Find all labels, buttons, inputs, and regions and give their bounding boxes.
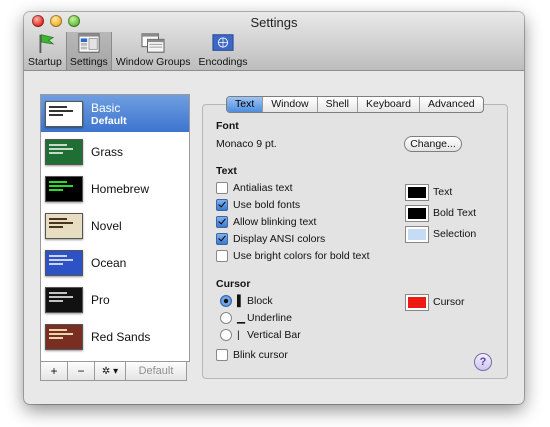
- flag-icon: [39, 34, 55, 54]
- radio-button: [220, 295, 232, 307]
- globe-flag-icon: [212, 34, 234, 51]
- antialias-checkbox[interactable]: Antialias text: [216, 182, 293, 194]
- settings-window: Settings Startup Settings Window Groups …: [24, 12, 524, 404]
- font-header: Font: [216, 120, 239, 132]
- cursor-header: Cursor: [216, 278, 251, 290]
- tab-keyboard[interactable]: Keyboard: [356, 97, 419, 112]
- toolbar-encodings[interactable]: Encodings: [195, 32, 252, 70]
- tab-shell[interactable]: Shell: [316, 97, 357, 112]
- checkbox-box: [216, 233, 228, 245]
- checkbox-box: [216, 250, 228, 262]
- checkbox-box: [216, 199, 228, 211]
- block-cursor-icon: ▌: [237, 295, 245, 307]
- blinking-text-checkbox[interactable]: Allow blinking text: [216, 216, 316, 228]
- profile-name: Novel: [91, 218, 122, 233]
- gear-menu-button[interactable]: ✲ ▾: [94, 361, 126, 381]
- toolbar-encodings-label: Encodings: [198, 56, 248, 68]
- text-color-label: Text: [433, 186, 453, 198]
- checkbox-label: Display ANSI colors: [233, 233, 326, 245]
- font-value: Monaco 9 pt.: [216, 138, 277, 150]
- checkbox-box: [216, 349, 228, 361]
- cursor-color-label: Cursor: [433, 296, 465, 308]
- profile-thumbnail: [45, 286, 83, 313]
- radio-button: [220, 312, 232, 324]
- profile-name: Grass: [91, 144, 124, 159]
- list-item-basic[interactable]: Basic Default: [41, 95, 189, 132]
- bold-text-color-label: Bold Text: [433, 207, 476, 219]
- underline-cursor-icon: ▁: [237, 312, 246, 324]
- bold-text-color-well[interactable]: [405, 205, 429, 222]
- bold-fonts-checkbox[interactable]: Use bold fonts: [216, 199, 300, 211]
- checkbox-box: [216, 182, 228, 194]
- profile-name: Pro: [91, 292, 110, 307]
- selection-color-label: Selection: [433, 228, 477, 240]
- checkbox-label: Use bright colors for bold text: [233, 250, 370, 262]
- text-color-well[interactable]: [405, 184, 429, 201]
- list-item-homebrew[interactable]: Homebrew: [41, 170, 189, 207]
- text-header: Text: [216, 165, 237, 177]
- list-item-novel[interactable]: Novel: [41, 207, 189, 244]
- title-bar: Settings Startup Settings Window Groups …: [24, 12, 524, 71]
- selection-color-well[interactable]: [405, 226, 429, 243]
- toolbar-settings[interactable]: Settings: [65, 32, 112, 70]
- checkbox-label: Blink cursor: [233, 349, 288, 361]
- tab-advanced[interactable]: Advanced: [418, 97, 483, 112]
- profile-name: Basic: [91, 100, 121, 115]
- checkbox-box: [216, 216, 228, 228]
- radio-label: Underline: [247, 312, 292, 324]
- profile-thumbnail: [45, 138, 83, 165]
- toolbar-settings-label: Settings: [69, 56, 108, 68]
- profile-thumbnail: [45, 249, 83, 276]
- profile-name: Ocean: [91, 255, 127, 270]
- profile-name: Red Sands: [91, 329, 151, 344]
- profile-list[interactable]: Basic Default Grass Homebrew Novel Ocean…: [40, 94, 190, 362]
- settings-window-icon: [78, 33, 100, 53]
- profile-thumbnail: [45, 175, 83, 202]
- tab-bar: Text Window Shell Keyboard Advanced: [226, 96, 484, 113]
- default-badge: Default: [91, 114, 127, 127]
- tab-text[interactable]: Text: [227, 97, 263, 112]
- help-button[interactable]: ?: [474, 353, 492, 371]
- blink-cursor-checkbox[interactable]: Blink cursor: [216, 349, 288, 361]
- profile-thumbnail: [45, 212, 83, 239]
- profile-thumbnail: [45, 323, 83, 350]
- tab-window[interactable]: Window: [262, 97, 316, 112]
- toolbar-window-groups-label: Window Groups: [115, 56, 191, 68]
- change-font-button[interactable]: Change...: [404, 136, 462, 152]
- checkbox-label: Allow blinking text: [233, 216, 317, 228]
- checkbox-label: Use bold fonts: [233, 199, 301, 211]
- checkbox-label: Antialias text: [233, 182, 293, 194]
- ansi-colors-checkbox[interactable]: Display ANSI colors: [216, 233, 325, 245]
- profile-thumbnail: [45, 100, 83, 127]
- list-item-grass[interactable]: Grass: [41, 133, 189, 170]
- profile-list-controls: + − ✲ ▾ Default: [40, 361, 187, 381]
- vertical-bar-cursor-icon: |: [237, 329, 240, 341]
- set-default-button[interactable]: Default: [125, 361, 187, 381]
- window-groups-icon: [141, 33, 165, 53]
- add-profile-button[interactable]: +: [40, 361, 68, 381]
- cursor-underline-radio[interactable]: ▁ Underline: [220, 312, 292, 324]
- list-item-pro[interactable]: Pro: [41, 281, 189, 318]
- profile-name: Homebrew: [91, 181, 150, 196]
- cursor-color-well[interactable]: [405, 294, 429, 311]
- radio-label: Block: [247, 295, 273, 307]
- toolbar-startup-label: Startup: [28, 56, 62, 68]
- cursor-vertical-bar-radio[interactable]: | Vertical Bar: [220, 329, 301, 341]
- toolbar-startup[interactable]: Startup: [24, 32, 66, 70]
- remove-profile-button[interactable]: −: [67, 361, 95, 381]
- radio-label: Vertical Bar: [247, 329, 301, 341]
- radio-button: [220, 329, 232, 341]
- cursor-block-radio[interactable]: ▌ Block: [220, 295, 273, 307]
- bright-bold-checkbox[interactable]: Use bright colors for bold text: [216, 250, 370, 262]
- list-item-ocean[interactable]: Ocean: [41, 244, 189, 281]
- list-item-red-sands[interactable]: Red Sands: [41, 318, 189, 355]
- toolbar: Startup Settings Window Groups Encodings: [24, 32, 252, 70]
- window-title: Settings: [250, 15, 298, 30]
- toolbar-window-groups[interactable]: Window Groups: [112, 32, 195, 70]
